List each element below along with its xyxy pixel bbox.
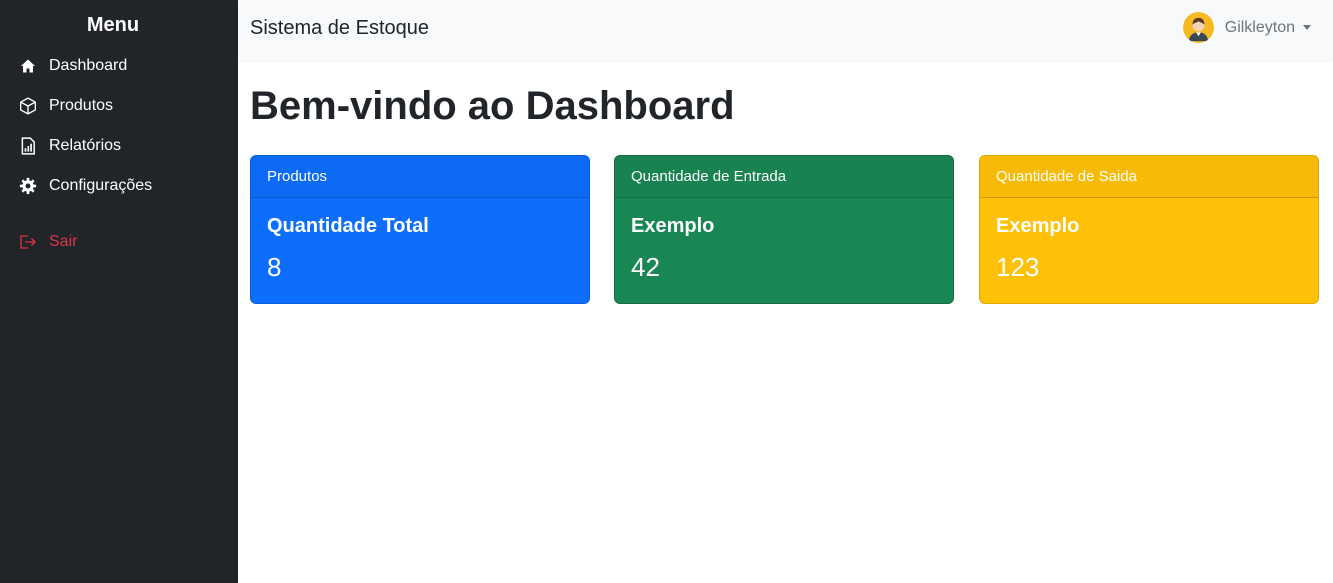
user-dropdown[interactable]: Gilkleyton [1182,12,1311,43]
house-icon [18,56,38,76]
sidebar: Menu Dashboard Produtos Relatórios Confi… [0,0,238,583]
sidebar-item-label: Dashboard [49,57,128,74]
top-navbar: Sistema de Estoque Gilkleyton [238,0,1333,60]
card-subtitle: Quantidade Total [267,215,429,237]
sidebar-item-label: Relatórios [49,137,122,154]
card-entrada: Quantidade de Entrada Exemplo 42 [614,155,954,304]
card-subtitle: Exemplo [996,215,1080,237]
card-header: Quantidade de Entrada [615,156,953,198]
card-body: Exemplo 42 [615,198,953,299]
sidebar-item-dashboard[interactable]: Dashboard [18,54,127,78]
logout-icon [18,232,38,252]
sidebar-item-label: Configurações [49,177,153,194]
card-saida: Quantidade de Saida Exemplo 123 [979,155,1319,304]
card-header: Quantidade de Saida [980,156,1318,198]
card-body: Exemplo 123 [980,198,1318,299]
card-value: 42 [631,252,660,282]
avatar [1182,12,1214,43]
page-title: Bem-vindo ao Dashboard [250,84,735,128]
sidebar-item-sair[interactable]: Sair [18,230,77,254]
box-icon [18,96,38,116]
gear-icon [18,176,38,196]
app-brand[interactable]: Sistema de Estoque [250,17,429,40]
card-produtos: Produtos Quantidade Total 8 [250,155,590,304]
card-body: Quantidade Total 8 [251,198,589,299]
sidebar-item-label: Produtos [49,97,114,114]
card-value: 123 [996,252,1040,282]
caret-down-icon [1303,25,1311,30]
user-name: Gilkleyton [1224,18,1295,36]
sidebar-item-relatorios[interactable]: Relatórios [18,134,121,158]
sidebar-item-produtos[interactable]: Produtos [18,94,113,118]
report-icon [18,136,38,156]
sidebar-item-configuracoes[interactable]: Configurações [18,174,152,198]
sidebar-title: Menu [86,14,140,36]
card-header: Produtos [251,156,589,198]
logout-label: Sair [49,233,78,250]
card-subtitle: Exemplo [631,215,715,237]
card-value: 8 [267,252,282,282]
